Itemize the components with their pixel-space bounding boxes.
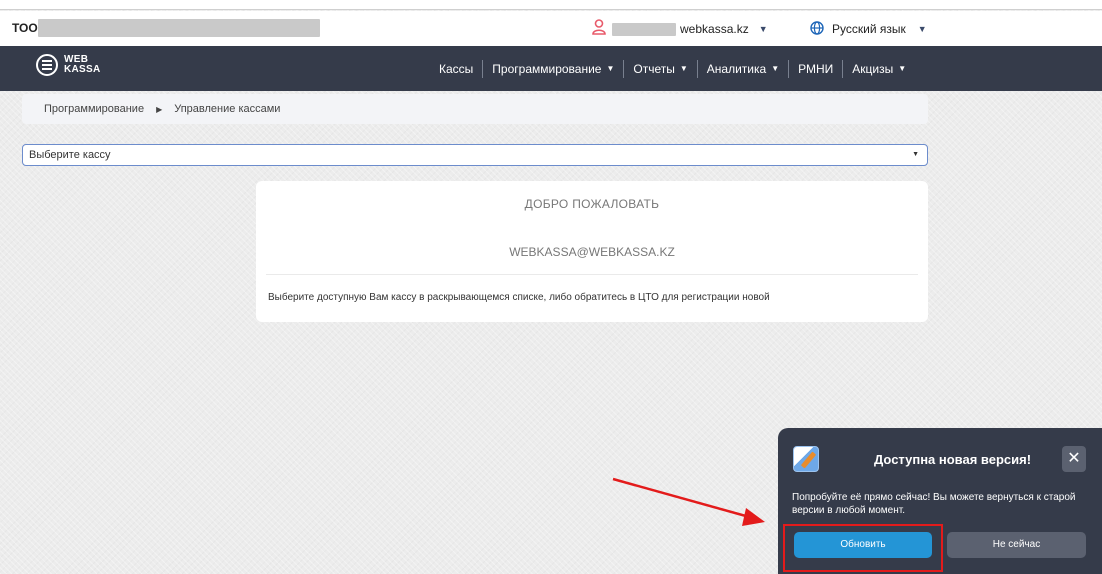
nav-item-label: Акцизы	[852, 61, 894, 76]
top-bar: ТОО webkassa.kz ▼ Русский язык ▼	[0, 11, 1102, 46]
welcome-card: ДОБРО ПОЖАЛОВАТЬ WEBKASSA@WEBKASSA.KZ Вы…	[256, 181, 928, 322]
breadcrumb: Программирование ▶ Управление кассами	[22, 94, 928, 124]
user-icon	[592, 19, 606, 39]
popup-title: Доступна новая версия!	[874, 452, 1032, 467]
logo-text: WEB KASSA	[64, 55, 101, 75]
chevron-down-icon: ▼	[606, 63, 615, 73]
kassa-select[interactable]: Выберите кассу ▼	[22, 144, 928, 166]
user-menu-caret-icon: ▼	[758, 24, 768, 34]
language-caret-icon: ▼	[917, 24, 927, 34]
nav-item-label: Программирование	[492, 61, 602, 76]
webkassa-logo-icon	[36, 54, 58, 76]
not-now-button[interactable]: Не сейчас	[947, 532, 1086, 558]
card-divider	[266, 274, 918, 275]
user-email-redacted	[612, 22, 676, 36]
chevron-down-icon: ▼	[679, 63, 688, 73]
organization-name: ТОО	[12, 21, 38, 35]
breadcrumb-current: Управление кассами	[174, 103, 281, 115]
kassa-select-value: Выберите кассу	[29, 149, 111, 161]
webkassa-logo[interactable]: WEB KASSA	[36, 54, 101, 76]
language-selector[interactable]: Русский язык ▼	[810, 19, 927, 39]
breadcrumb-arrow-icon: ▶	[156, 104, 163, 114]
user-email: webkassa.kz	[680, 22, 749, 36]
globe-icon	[810, 20, 824, 38]
chevron-down-icon: ▼	[771, 63, 780, 73]
nav-menu: Кассы Программирование ▼ Отчеты ▼ Аналит…	[430, 46, 915, 91]
nav-item-reports[interactable]: Отчеты ▼	[624, 59, 696, 79]
breadcrumb-parent-link[interactable]: Программирование	[44, 103, 144, 115]
nav-item-rmni[interactable]: РМНИ	[789, 59, 842, 79]
welcome-hint: Выберите доступную Вам кассу в раскрываю…	[268, 292, 770, 303]
nav-item-label: РМНИ	[798, 61, 834, 76]
nav-item-label: Кассы	[439, 61, 474, 76]
logo-text-line2: KASSA	[64, 64, 101, 75]
chevron-down-icon: ▼	[898, 63, 907, 73]
nav-item-analytics[interactable]: Аналитика ▼	[698, 59, 788, 79]
main-navbar: WEB KASSA Кассы Программирование ▼ Отчет…	[0, 46, 1102, 91]
update-app-icon	[793, 446, 819, 472]
close-icon[interactable]: ✕	[1062, 446, 1086, 472]
nav-item-kassy[interactable]: Кассы	[430, 59, 482, 79]
organization-name-redacted	[38, 19, 320, 37]
update-button-highlight	[783, 524, 943, 572]
nav-item-programming[interactable]: Программирование ▼	[483, 59, 623, 79]
select-caret-icon: ▼	[912, 151, 919, 158]
welcome-email: WEBKASSA@WEBKASSA.KZ	[509, 245, 675, 259]
nav-item-excise[interactable]: Акцизы ▼	[843, 59, 915, 79]
popup-text: Попробуйте её прямо сейчас! Вы можете ве…	[792, 492, 1076, 516]
welcome-title: ДОБРО ПОЖАЛОВАТЬ	[524, 197, 660, 211]
user-menu[interactable]: webkassa.kz ▼	[592, 19, 768, 39]
nav-item-label: Отчеты	[633, 61, 675, 76]
nav-item-label: Аналитика	[706, 61, 767, 76]
top-border	[0, 0, 1102, 10]
language-label: Русский язык	[832, 22, 906, 36]
